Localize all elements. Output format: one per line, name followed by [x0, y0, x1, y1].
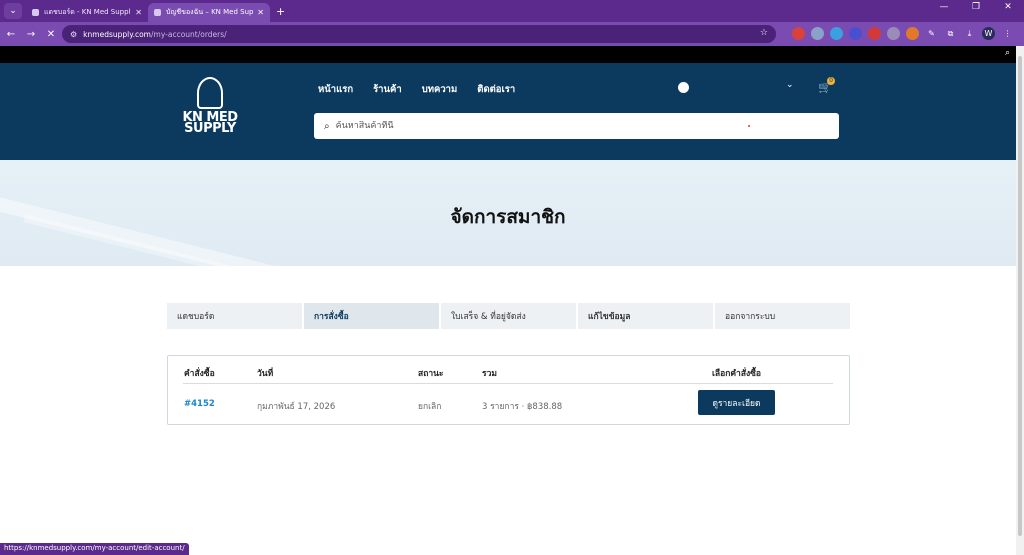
header-order: คำสั่งซื้อ	[184, 369, 215, 379]
nav-contact[interactable]: ติดต่อเรา	[477, 82, 515, 97]
bookmark-star-icon[interactable]: ☆	[760, 28, 768, 38]
extensions-area: ✎ ⧉ ⤓ W ⋮	[792, 27, 1014, 40]
extension-icon[interactable]	[830, 27, 843, 40]
puzzle-icon[interactable]: ⧉	[944, 27, 957, 40]
extension-icon[interactable]	[849, 27, 862, 40]
logo-figure-icon	[197, 77, 223, 109]
window-controls: — ❐ ✕	[928, 2, 1024, 12]
url-host: knmedsupply.com	[83, 29, 151, 39]
main-navigation: หน้าแรก ร้านค้า บทความ ติดต่อเรา	[318, 82, 515, 97]
tab-orders[interactable]: การสั่งซื้อ	[304, 303, 439, 329]
nav-home[interactable]: หน้าแรก	[318, 82, 353, 97]
browser-tab-bar: ⌄ แดชบอร์ด - KN Med Supply — ... ✕ บัญชี…	[0, 0, 1024, 22]
order-number-link[interactable]: #4152	[184, 399, 215, 409]
header-date: วันที่	[257, 369, 274, 379]
tab-search-button[interactable]: ⌄	[4, 3, 22, 19]
new-tab-button[interactable]: +	[276, 5, 285, 18]
site-favicon-icon	[32, 9, 39, 16]
header-actions: เลือกคำสั่งซื้อ	[712, 369, 762, 379]
account-icon[interactable]	[678, 82, 689, 93]
site-favicon-icon	[154, 9, 161, 16]
nav-shop[interactable]: ร้านค้า	[373, 82, 402, 97]
table-row: #4152 กุมภาพันธ์ 17, 2026 ยกเลิก 3 รายกา…	[183, 390, 833, 416]
browser-tab[interactable]: แดชบอร์ด - KN Med Supply — ... ✕	[26, 3, 148, 22]
close-icon[interactable]: ✕	[257, 8, 264, 17]
site-header: KN MED SUPPLY หน้าแรก ร้านค้า บทความ ติด…	[0, 63, 1016, 160]
search-input[interactable]	[335, 121, 756, 131]
tab-addresses[interactable]: ใบเสร็จ & ที่อยู่จัดส่ง	[441, 303, 576, 329]
site-info-icon[interactable]: ⚙	[70, 30, 77, 39]
search-icon[interactable]: ⌕	[324, 121, 330, 132]
cart-count-badge: 0	[827, 77, 835, 85]
extension-icon[interactable]	[792, 27, 805, 40]
page-hero: จัดการสมาชิก	[0, 160, 1016, 266]
logo-text: KN MED SUPPLY	[182, 111, 238, 136]
extension-icon[interactable]	[811, 27, 824, 40]
extension-icon[interactable]	[906, 27, 919, 40]
table-header: คำสั่งซื้อ วันที่ สถานะ รวม เลือกคำสั่งซ…	[183, 366, 833, 384]
search-bar: ⌕	[314, 113, 839, 139]
download-icon[interactable]: ⤓	[963, 27, 976, 40]
stop-loading-icon[interactable]: ✕	[42, 29, 60, 40]
forward-icon[interactable]: →	[22, 29, 40, 40]
top-black-bar: ⌕	[0, 46, 1016, 63]
tab-title: บัญชีของฉัน – KN Med Supply	[166, 8, 254, 16]
tab-edit-account[interactable]: แก้ไขข้อมูล	[578, 303, 713, 329]
minimize-icon[interactable]: —	[928, 2, 960, 12]
order-date: กุมภาพันธ์ 17, 2026	[257, 402, 336, 412]
tab-dashboard[interactable]: แดชบอร์ด	[167, 303, 302, 329]
close-window-icon[interactable]: ✕	[992, 2, 1024, 12]
eyedropper-icon[interactable]: ✎	[925, 27, 938, 40]
order-status: ยกเลิก	[418, 402, 442, 412]
account-navigation: แดชบอร์ด การสั่งซื้อ ใบเสร็จ & ที่อยู่จั…	[167, 303, 850, 329]
kebab-menu-icon[interactable]: ⋮	[1001, 27, 1014, 40]
search-icon[interactable]: ⌕	[1005, 48, 1010, 58]
page-scrollbar[interactable]	[1016, 46, 1024, 555]
tab-logout[interactable]: ออกจากระบบ	[715, 303, 850, 329]
chevron-down-icon[interactable]: ⌄	[786, 80, 794, 90]
header-status: สถานะ	[418, 369, 444, 379]
profile-avatar[interactable]: W	[982, 27, 995, 40]
cursor-dot	[748, 125, 750, 127]
url-path: /my-account/orders/	[151, 29, 227, 39]
view-order-button[interactable]: ดูรายละเอียด	[698, 390, 775, 415]
header-total: รวม	[482, 369, 497, 379]
back-icon[interactable]: ←	[2, 29, 20, 40]
orders-table: คำสั่งซื้อ วันที่ สถานะ รวม เลือกคำสั่งซ…	[167, 355, 850, 425]
close-icon[interactable]: ✕	[135, 8, 142, 17]
browser-tab-active[interactable]: บัญชีของฉัน – KN Med Supply ✕	[148, 3, 270, 22]
address-bar[interactable]: ⚙ knmedsupply.com/my-account/orders/ ☆	[62, 25, 776, 43]
site-logo[interactable]: KN MED SUPPLY	[182, 77, 238, 147]
page-title: จัดการสมาชิก	[450, 206, 566, 228]
tab-title: แดชบอร์ด - KN Med Supply — ...	[44, 8, 131, 16]
nav-articles[interactable]: บทความ	[422, 82, 458, 97]
order-total: 3 รายการ · ฿838.88	[482, 402, 563, 412]
scrollbar-thumb[interactable]	[1018, 56, 1022, 536]
extension-icon[interactable]	[887, 27, 900, 40]
logo-line2: SUPPLY	[184, 121, 236, 136]
restore-icon[interactable]: ❐	[960, 2, 992, 12]
extension-icon[interactable]	[868, 27, 881, 40]
link-status-bar: https://knmedsupply.com/my-account/edit-…	[0, 543, 189, 555]
